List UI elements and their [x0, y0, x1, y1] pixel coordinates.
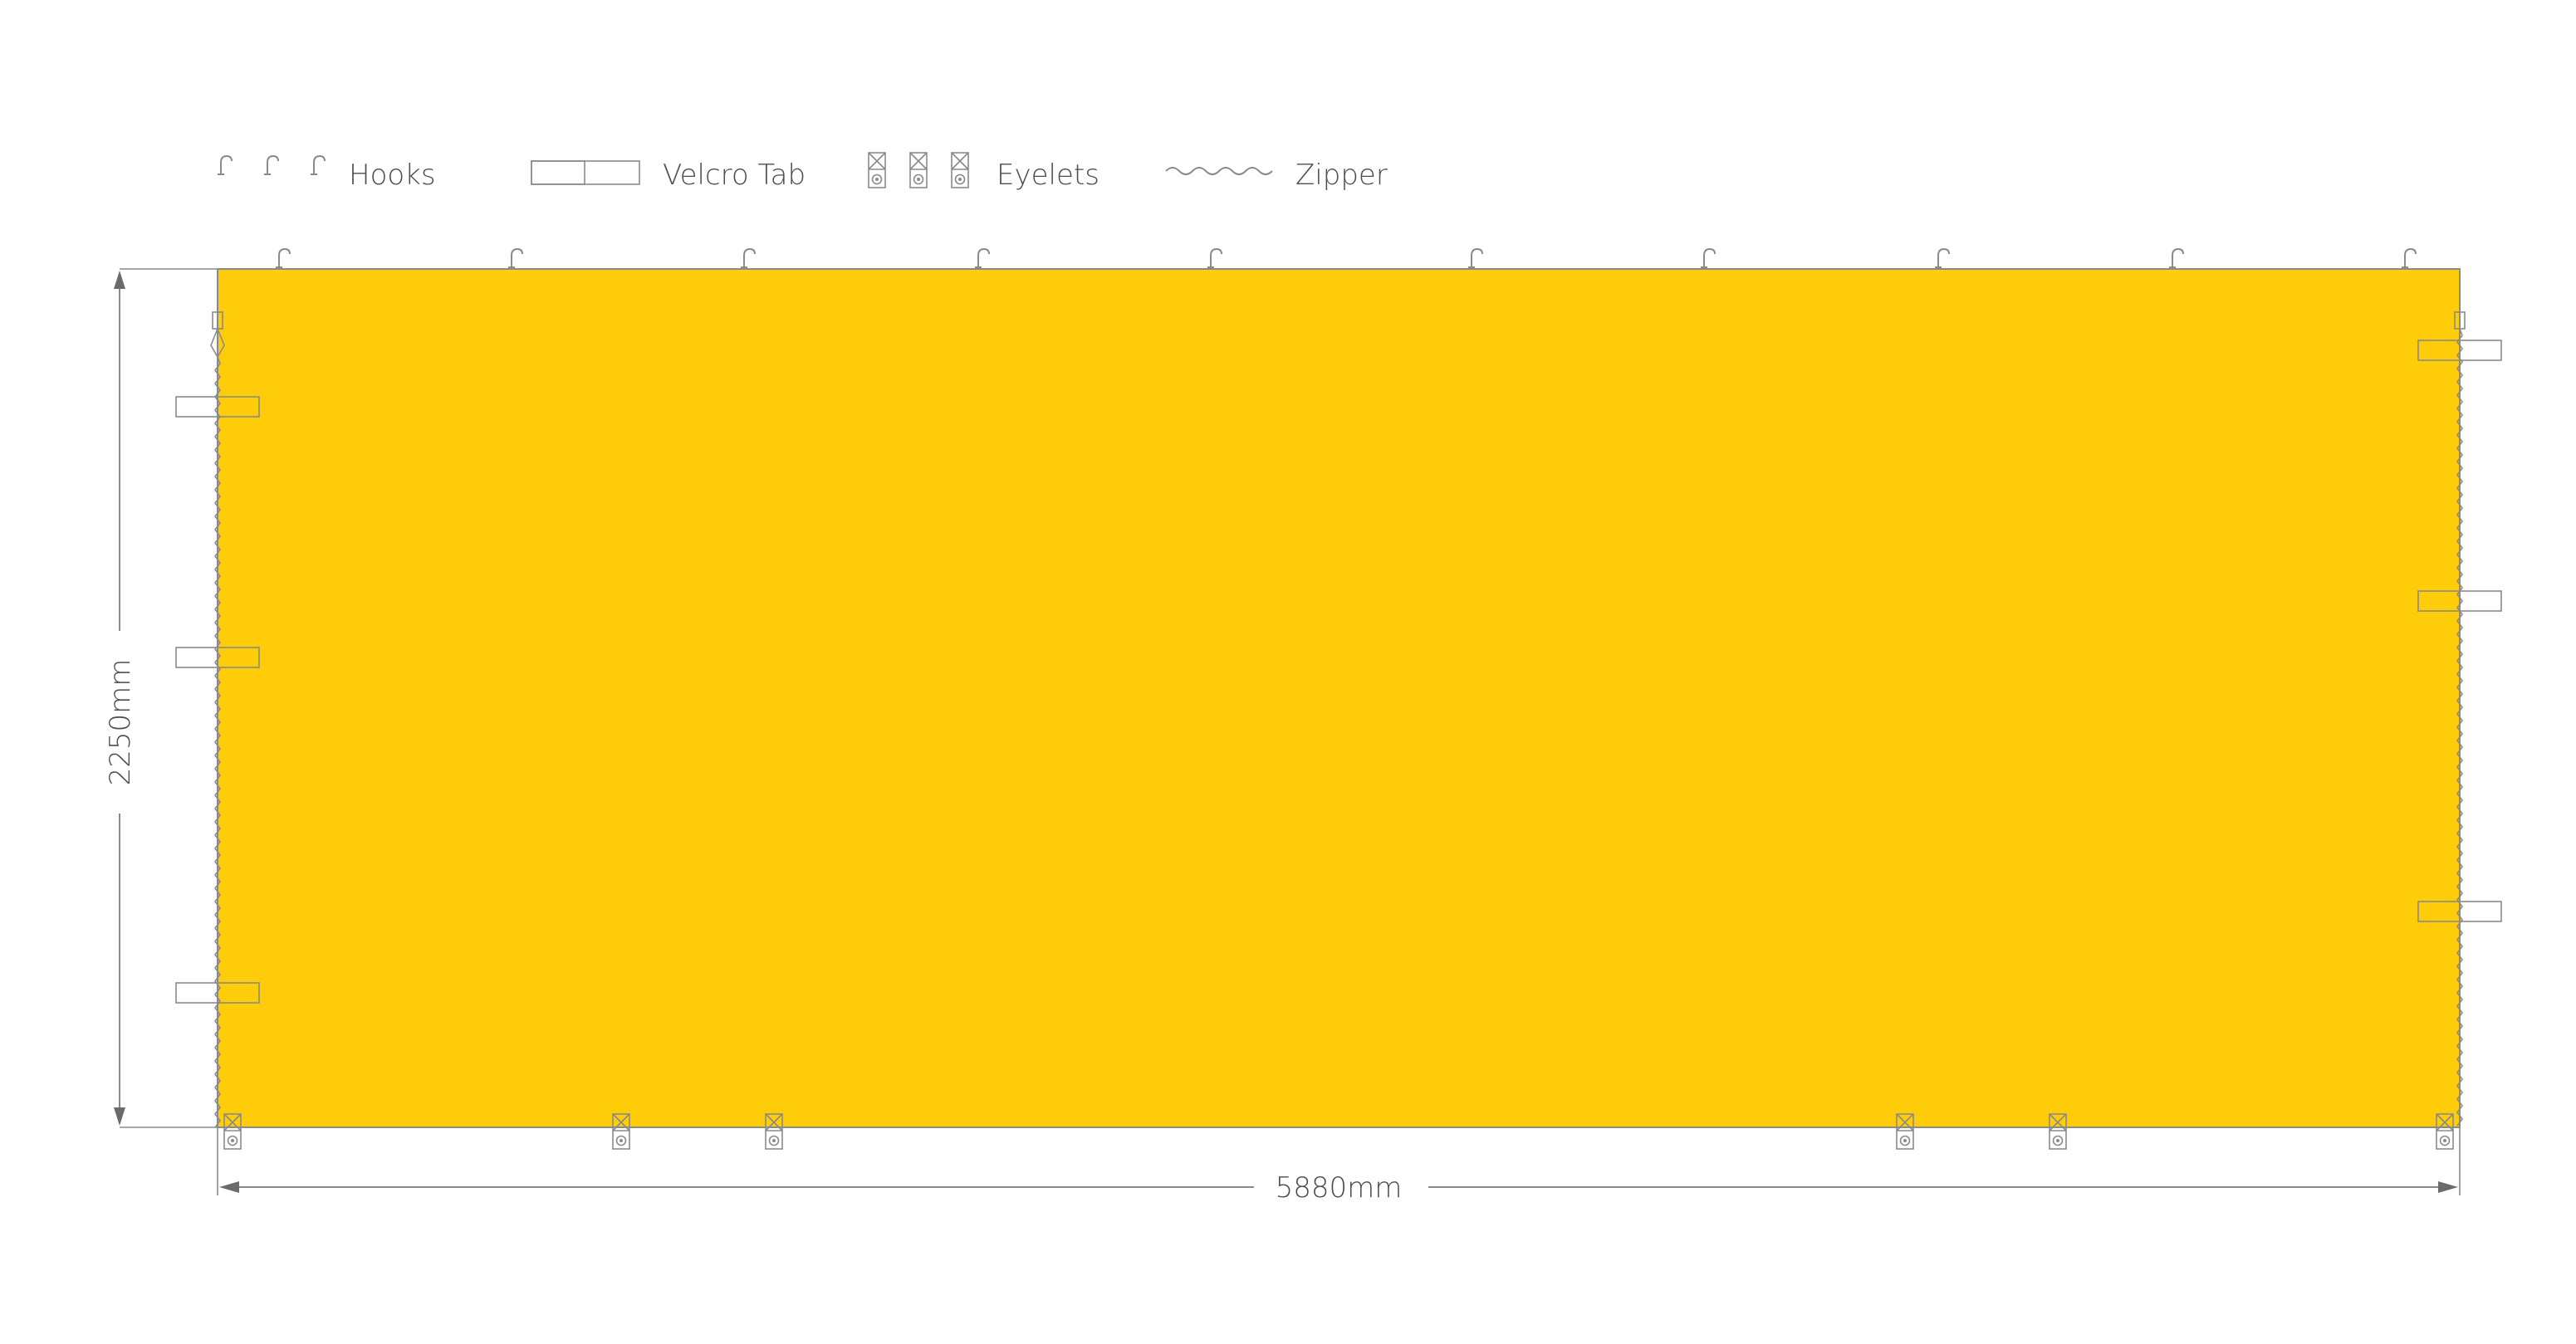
hook-icon: [507, 248, 523, 268]
width-label: 5880mm: [1276, 1171, 1403, 1205]
height-label: 2250mm: [104, 659, 137, 786]
height-dimension: 2250mm: [104, 268, 218, 1128]
legend-hooks: Hooks: [217, 155, 436, 192]
hook-icon: [310, 155, 326, 175]
hook-icon: [263, 155, 279, 175]
hook-icon: [2168, 248, 2184, 268]
hook-icon: [974, 248, 990, 268]
hook-icon: [740, 248, 756, 268]
legend-hooks-label: Hooks: [349, 159, 436, 192]
zipper-icon: [1165, 167, 1273, 175]
legend-zipper-label: Zipper: [1295, 159, 1388, 192]
legend: Hooks Velcro Tab Eyelets Zipper: [217, 152, 1388, 192]
hook-icon: [217, 155, 233, 175]
legend-eyelets-label: Eyelets: [997, 159, 1099, 192]
eyelet-icon: [951, 152, 969, 188]
width-dimension: 5880mm: [217, 1127, 2461, 1205]
hook-icon: [2401, 248, 2417, 268]
legend-zipper: Zipper: [1165, 159, 1388, 192]
hook-icon: [1207, 248, 1222, 268]
hook-icon: [1467, 248, 1483, 268]
legend-eyelets: Eyelets: [868, 152, 1099, 192]
legend-velcro: Velcro Tab: [531, 159, 806, 192]
velcro-tab-icon: [531, 160, 640, 185]
hook-icon: [1934, 248, 1950, 268]
eyelet-icon: [868, 152, 886, 188]
hook-icon: [1700, 248, 1716, 268]
legend-velcro-label: Velcro Tab: [663, 159, 806, 192]
sidewall-panel: [217, 268, 2461, 1128]
top-hooks: [275, 248, 2417, 268]
eyelet-icon: [909, 152, 928, 188]
hook-icon: [275, 248, 291, 268]
sidewall-diagram: Hooks Velcro Tab Eyelets Zipper 2250mm 5…: [104, 152, 2502, 1205]
